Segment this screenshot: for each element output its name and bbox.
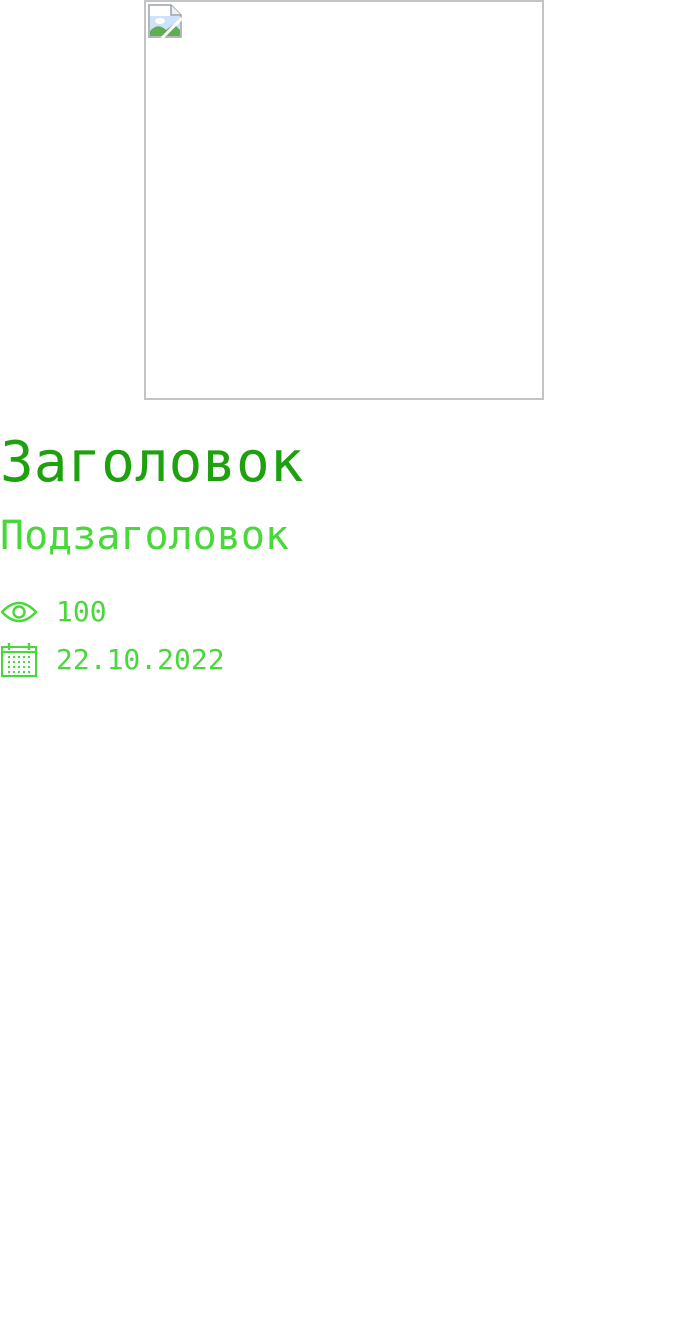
publish-date: 22.10.2022 <box>56 643 225 676</box>
views-count: 100 <box>56 595 107 628</box>
page-title: Заголовок <box>0 430 304 495</box>
page-subtitle: Подзаголовок <box>0 513 289 559</box>
broken-image-icon <box>148 4 182 38</box>
eye-icon <box>0 594 40 630</box>
calendar-icon <box>0 642 40 678</box>
article-image <box>144 0 544 400</box>
views-row: 100 <box>0 594 107 630</box>
date-row: 22.10.2022 <box>0 642 225 678</box>
